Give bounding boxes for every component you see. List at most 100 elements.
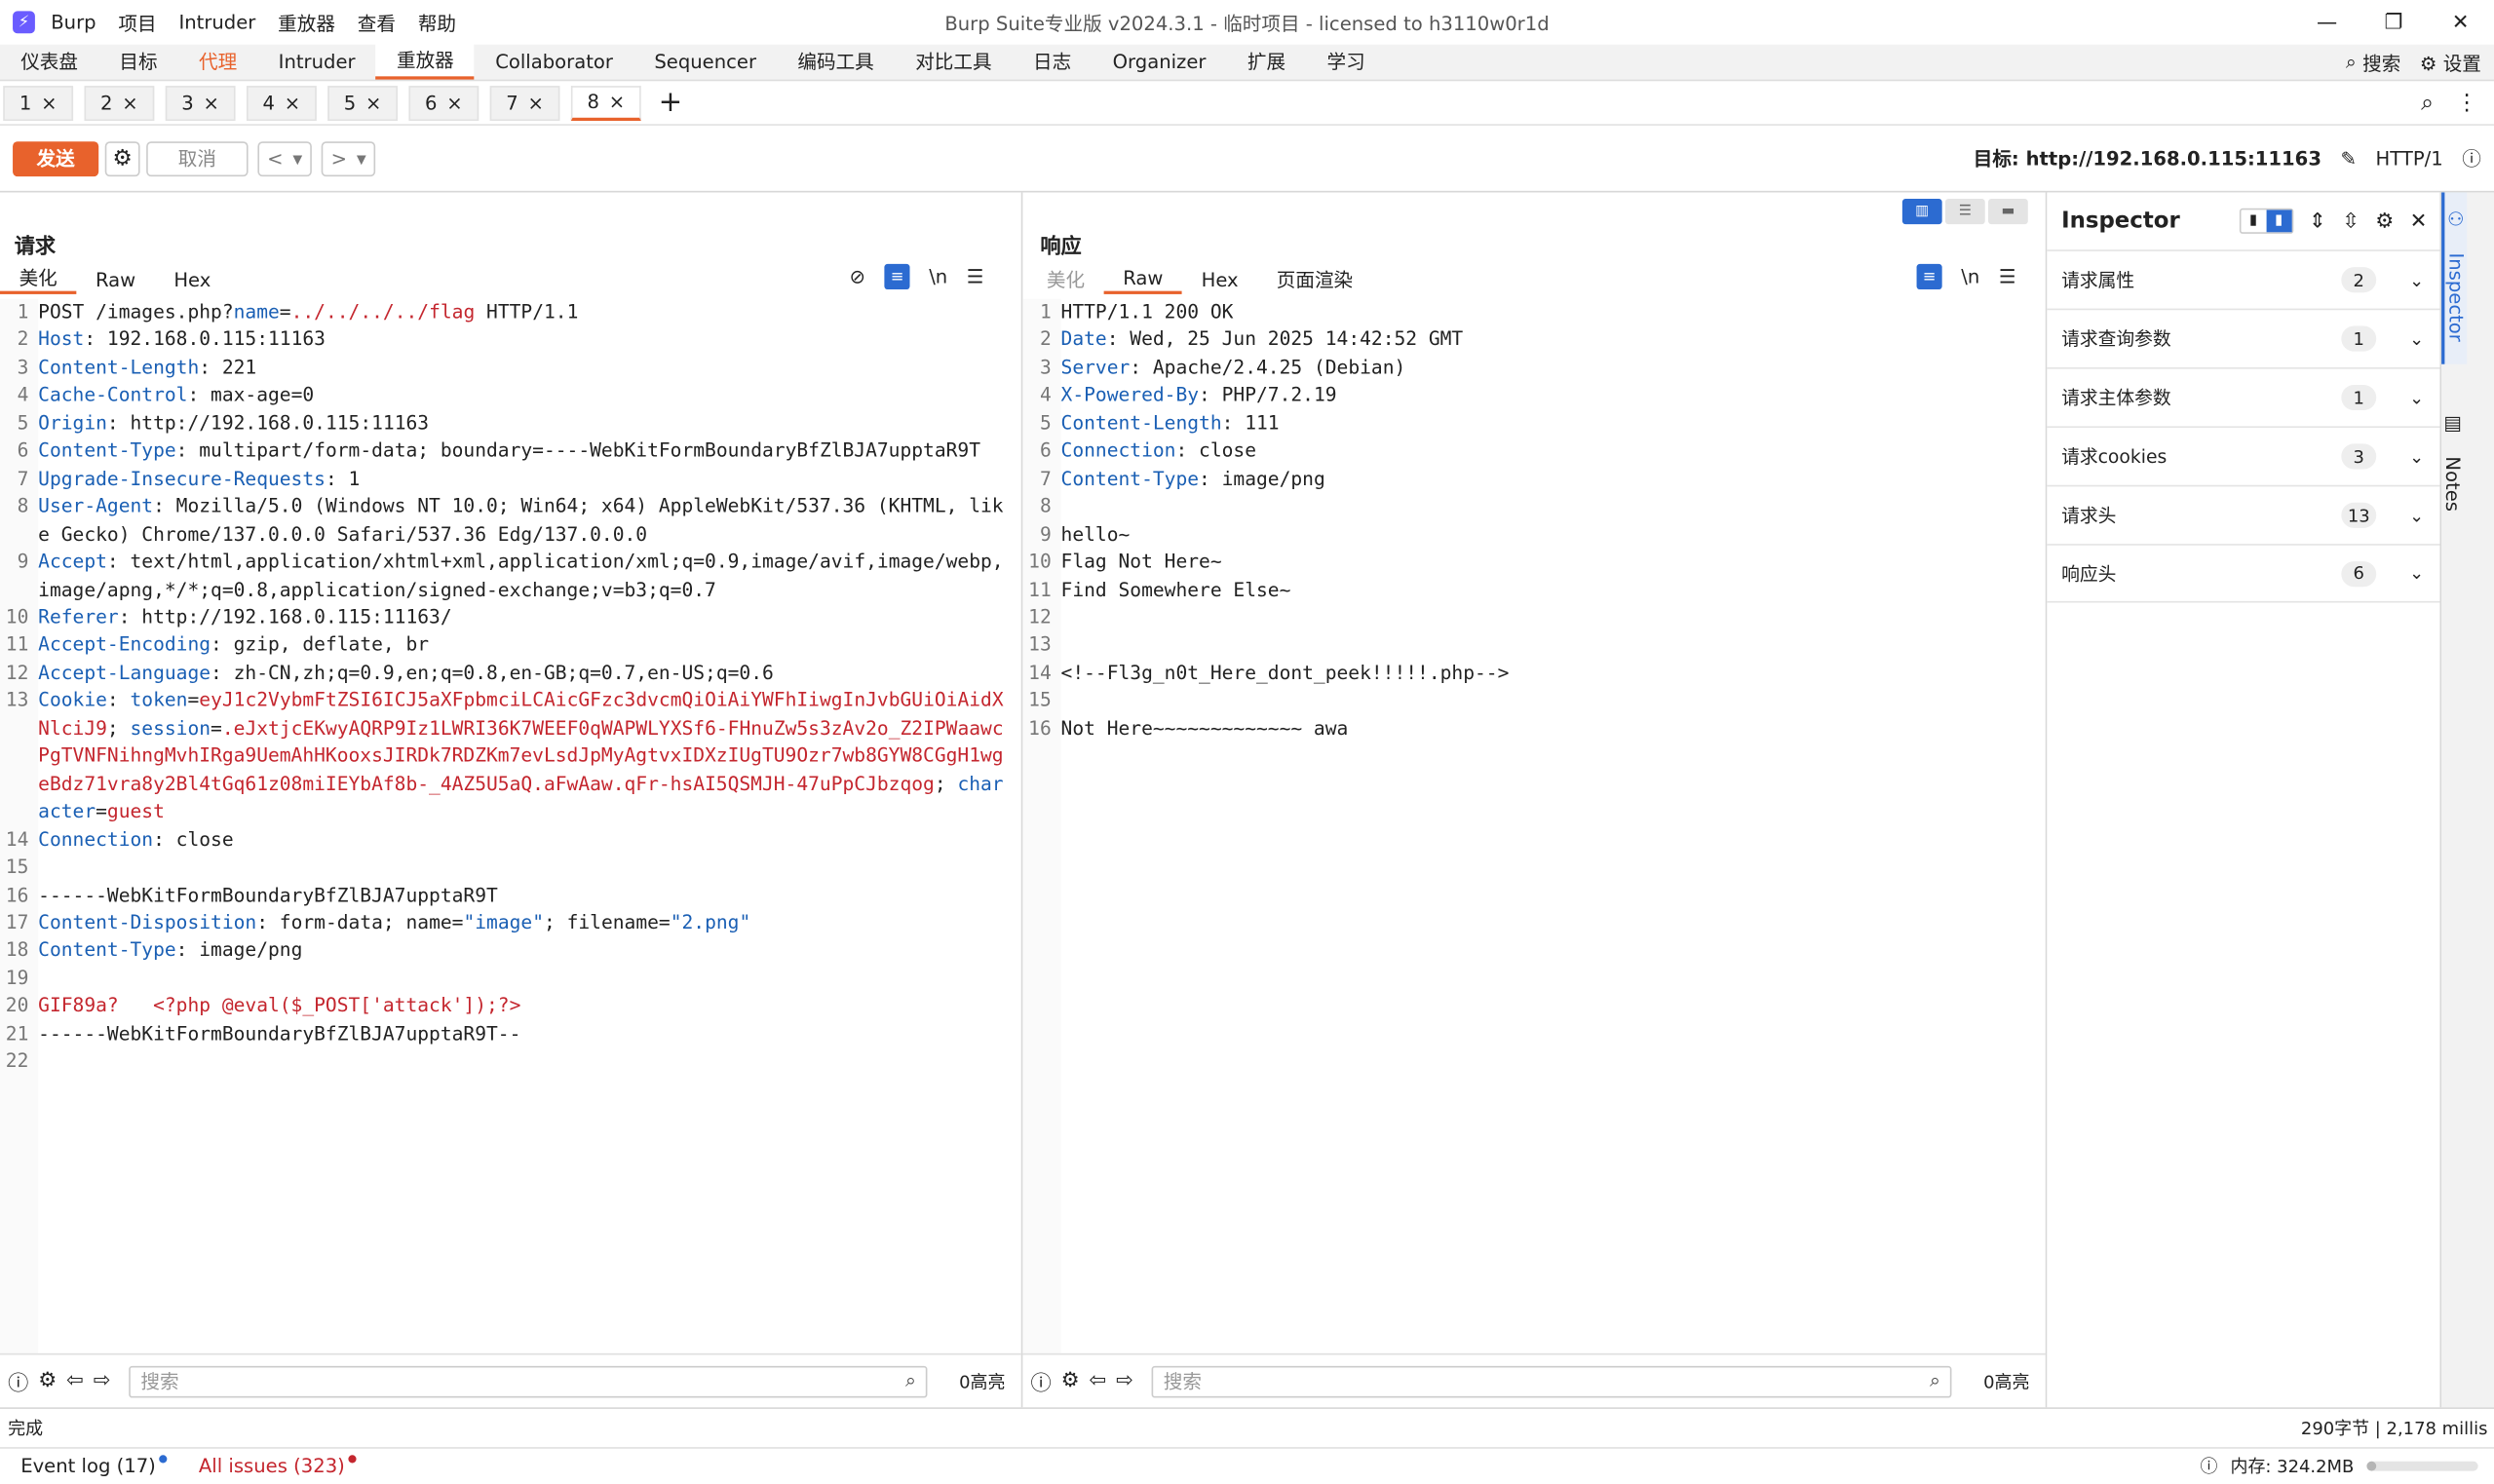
gear-icon[interactable]: ⚙ xyxy=(38,1369,57,1392)
code-token: Flag Not Here~ xyxy=(1060,550,1222,573)
close-icon[interactable]: × xyxy=(122,92,137,114)
arrow-left-icon[interactable]: ⇦ xyxy=(1089,1369,1106,1392)
repeater-tab-8[interactable]: 8 × xyxy=(570,85,641,121)
menu-view[interactable]: 查看 xyxy=(358,9,396,36)
tab-intruder[interactable]: Intruder xyxy=(257,43,375,80)
response-tab-pretty[interactable]: 美化 xyxy=(1027,264,1103,294)
newline-toggle-icon[interactable]: \n xyxy=(929,266,947,288)
close-window-icon[interactable]: ✕ xyxy=(2427,0,2494,45)
side-tab-inspector[interactable]: ⚇ Inspector xyxy=(2441,192,2468,364)
close-icon[interactable]: × xyxy=(285,92,300,114)
tab-comparer[interactable]: 对比工具 xyxy=(895,43,1013,80)
close-icon[interactable]: × xyxy=(527,92,543,114)
repeater-tab-3[interactable]: 3 × xyxy=(165,85,236,121)
menu-help[interactable]: 帮助 xyxy=(418,9,456,36)
send-button[interactable]: 发送 xyxy=(13,140,99,176)
repeater-tab-2[interactable]: 2 × xyxy=(84,85,155,121)
repeater-tab-6[interactable]: 6 × xyxy=(408,85,480,121)
pane-menu-icon[interactable]: ☰ xyxy=(967,266,984,288)
chevron-down-icon[interactable]: ▾ xyxy=(292,147,302,170)
cancel-button[interactable]: 取消 xyxy=(146,140,249,176)
tab-repeater[interactable]: 重放器 xyxy=(375,43,475,80)
event-log-link[interactable]: Event log (17) xyxy=(20,1455,168,1477)
repeater-tab-7[interactable]: 7 × xyxy=(489,85,560,121)
inspector-row-query-params[interactable]: 请求查询参数 1 ⌄ xyxy=(2047,308,2440,367)
menu-intruder[interactable]: Intruder xyxy=(178,11,255,33)
request-editor[interactable]: 1 POST /images.php?name=../../../../flag … xyxy=(0,299,1005,1077)
all-issues-link[interactable]: All issues (323) xyxy=(199,1455,357,1477)
collapse-all-icon[interactable]: ⇳ xyxy=(2342,209,2360,233)
inspector-row-request-headers[interactable]: 请求头 13 ⌄ xyxy=(2047,484,2440,544)
menu-repeater[interactable]: 重放器 xyxy=(278,9,335,36)
pane-menu-icon[interactable]: ☰ xyxy=(1999,266,2016,288)
http-version-toggle[interactable]: HTTP/1 xyxy=(2376,147,2443,170)
close-icon[interactable]: × xyxy=(609,91,625,113)
chevron-down-icon[interactable]: ▾ xyxy=(357,147,366,170)
repeater-tab-5[interactable]: 5 × xyxy=(327,85,398,121)
layout-tabs-icon[interactable]: ▬ xyxy=(1988,199,2028,225)
close-icon[interactable]: ✕ xyxy=(2410,209,2428,233)
tab-proxy[interactable]: 代理 xyxy=(178,43,258,80)
hide-nonprint-icon[interactable]: ⊘ xyxy=(849,266,864,288)
response-tab-raw[interactable]: Raw xyxy=(1103,264,1183,294)
response-tab-hex[interactable]: Hex xyxy=(1182,264,1257,294)
maximize-icon[interactable]: ❐ xyxy=(2360,0,2428,45)
history-back-button[interactable]: < ▾ xyxy=(257,140,313,176)
response-editor[interactable]: 1 HTTP/1.1 200 OK 2 Date: Wed, 25 Jun 2025 … xyxy=(1022,299,2031,743)
tab-sequencer[interactable]: Sequencer xyxy=(633,43,777,80)
gear-icon[interactable]: ⚙ xyxy=(2375,209,2394,233)
tab-dashboard[interactable]: 仪表盘 xyxy=(0,43,98,80)
side-tab-notes[interactable]: ▤ Notes xyxy=(2441,364,2464,523)
history-forward-button[interactable]: > ▾ xyxy=(321,140,376,176)
response-search-input[interactable]: 搜索 ⌕ xyxy=(1152,1365,1952,1397)
minimize-icon[interactable]: — xyxy=(2293,0,2360,45)
close-icon[interactable]: × xyxy=(446,92,462,114)
layout-top-bottom-icon[interactable]: ☰ xyxy=(1944,199,1985,225)
arrow-right-icon[interactable]: ⇨ xyxy=(94,1369,111,1392)
inspector-row-response-headers[interactable]: 响应头 6 ⌄ xyxy=(2047,544,2440,603)
help-icon[interactable]: ⓘ xyxy=(2462,145,2481,172)
edit-target-icon[interactable]: ✎ xyxy=(2341,147,2357,170)
menu-project[interactable]: 项目 xyxy=(118,9,156,36)
layout-narrow-icon[interactable]: ▮ xyxy=(2241,209,2266,232)
newline-toggle-icon[interactable]: \n xyxy=(1961,266,1979,288)
menu-burp[interactable]: Burp xyxy=(51,11,96,33)
close-icon[interactable]: × xyxy=(41,92,57,114)
add-tab-icon[interactable]: + xyxy=(659,86,683,119)
request-search-input[interactable]: 搜索 ⌕ xyxy=(129,1365,928,1397)
tab-learn[interactable]: 学习 xyxy=(1306,43,1386,80)
layout-side-by-side-icon[interactable]: ▥ xyxy=(1901,199,1942,225)
close-icon[interactable]: × xyxy=(365,92,381,114)
gear-icon[interactable]: ⚙ xyxy=(1061,1369,1080,1392)
tab-organizer[interactable]: Organizer xyxy=(1092,43,1226,80)
wrap-lines-icon[interactable]: ≡ xyxy=(884,263,910,290)
request-tab-raw[interactable]: Raw xyxy=(76,264,154,294)
more-options-icon[interactable]: ⋮ xyxy=(2456,90,2478,115)
tab-logger[interactable]: 日志 xyxy=(1013,43,1093,80)
inspector-row-cookies[interactable]: 请求cookies 3 ⌄ xyxy=(2047,426,2440,484)
global-search-button[interactable]: ⌕ 搜索 xyxy=(2346,50,2400,77)
layout-wide-icon[interactable]: ▮ xyxy=(2265,209,2292,233)
close-icon[interactable]: × xyxy=(204,92,219,114)
inspector-row-request-attributes[interactable]: 请求属性 2 ⌄ xyxy=(2047,249,2440,308)
response-tab-render[interactable]: 页面渲染 xyxy=(1257,264,1372,294)
repeater-tab-4[interactable]: 4 × xyxy=(246,85,317,121)
expand-all-icon[interactable]: ⇕ xyxy=(2309,209,2326,233)
inspector-row-body-params[interactable]: 请求主体参数 1 ⌄ xyxy=(2047,366,2440,426)
send-settings-icon[interactable]: ⚙ xyxy=(104,140,140,176)
wrap-lines-icon[interactable]: ≡ xyxy=(1916,263,1942,290)
arrow-left-icon[interactable]: ⇦ xyxy=(66,1369,84,1392)
settings-button[interactable]: ⚙ 设置 xyxy=(2420,50,2481,77)
tab-collaborator[interactable]: Collaborator xyxy=(475,43,633,80)
request-tab-hex[interactable]: Hex xyxy=(155,264,230,294)
search-tabs-icon[interactable]: ⌕ xyxy=(2421,90,2434,115)
request-tab-pretty[interactable]: 美化 xyxy=(0,264,77,294)
repeater-tab-1[interactable]: 1 × xyxy=(3,85,74,121)
help-icon[interactable]: ⓘ xyxy=(8,1366,28,1395)
tab-target[interactable]: 目标 xyxy=(98,43,178,80)
inspector-layout-toggle[interactable]: ▮ ▮ xyxy=(2239,208,2293,234)
tab-extensions[interactable]: 扩展 xyxy=(1227,43,1307,80)
tab-decoder[interactable]: 编码工具 xyxy=(777,43,895,80)
arrow-right-icon[interactable]: ⇨ xyxy=(1116,1369,1133,1392)
help-icon[interactable]: ⓘ xyxy=(1031,1366,1052,1395)
